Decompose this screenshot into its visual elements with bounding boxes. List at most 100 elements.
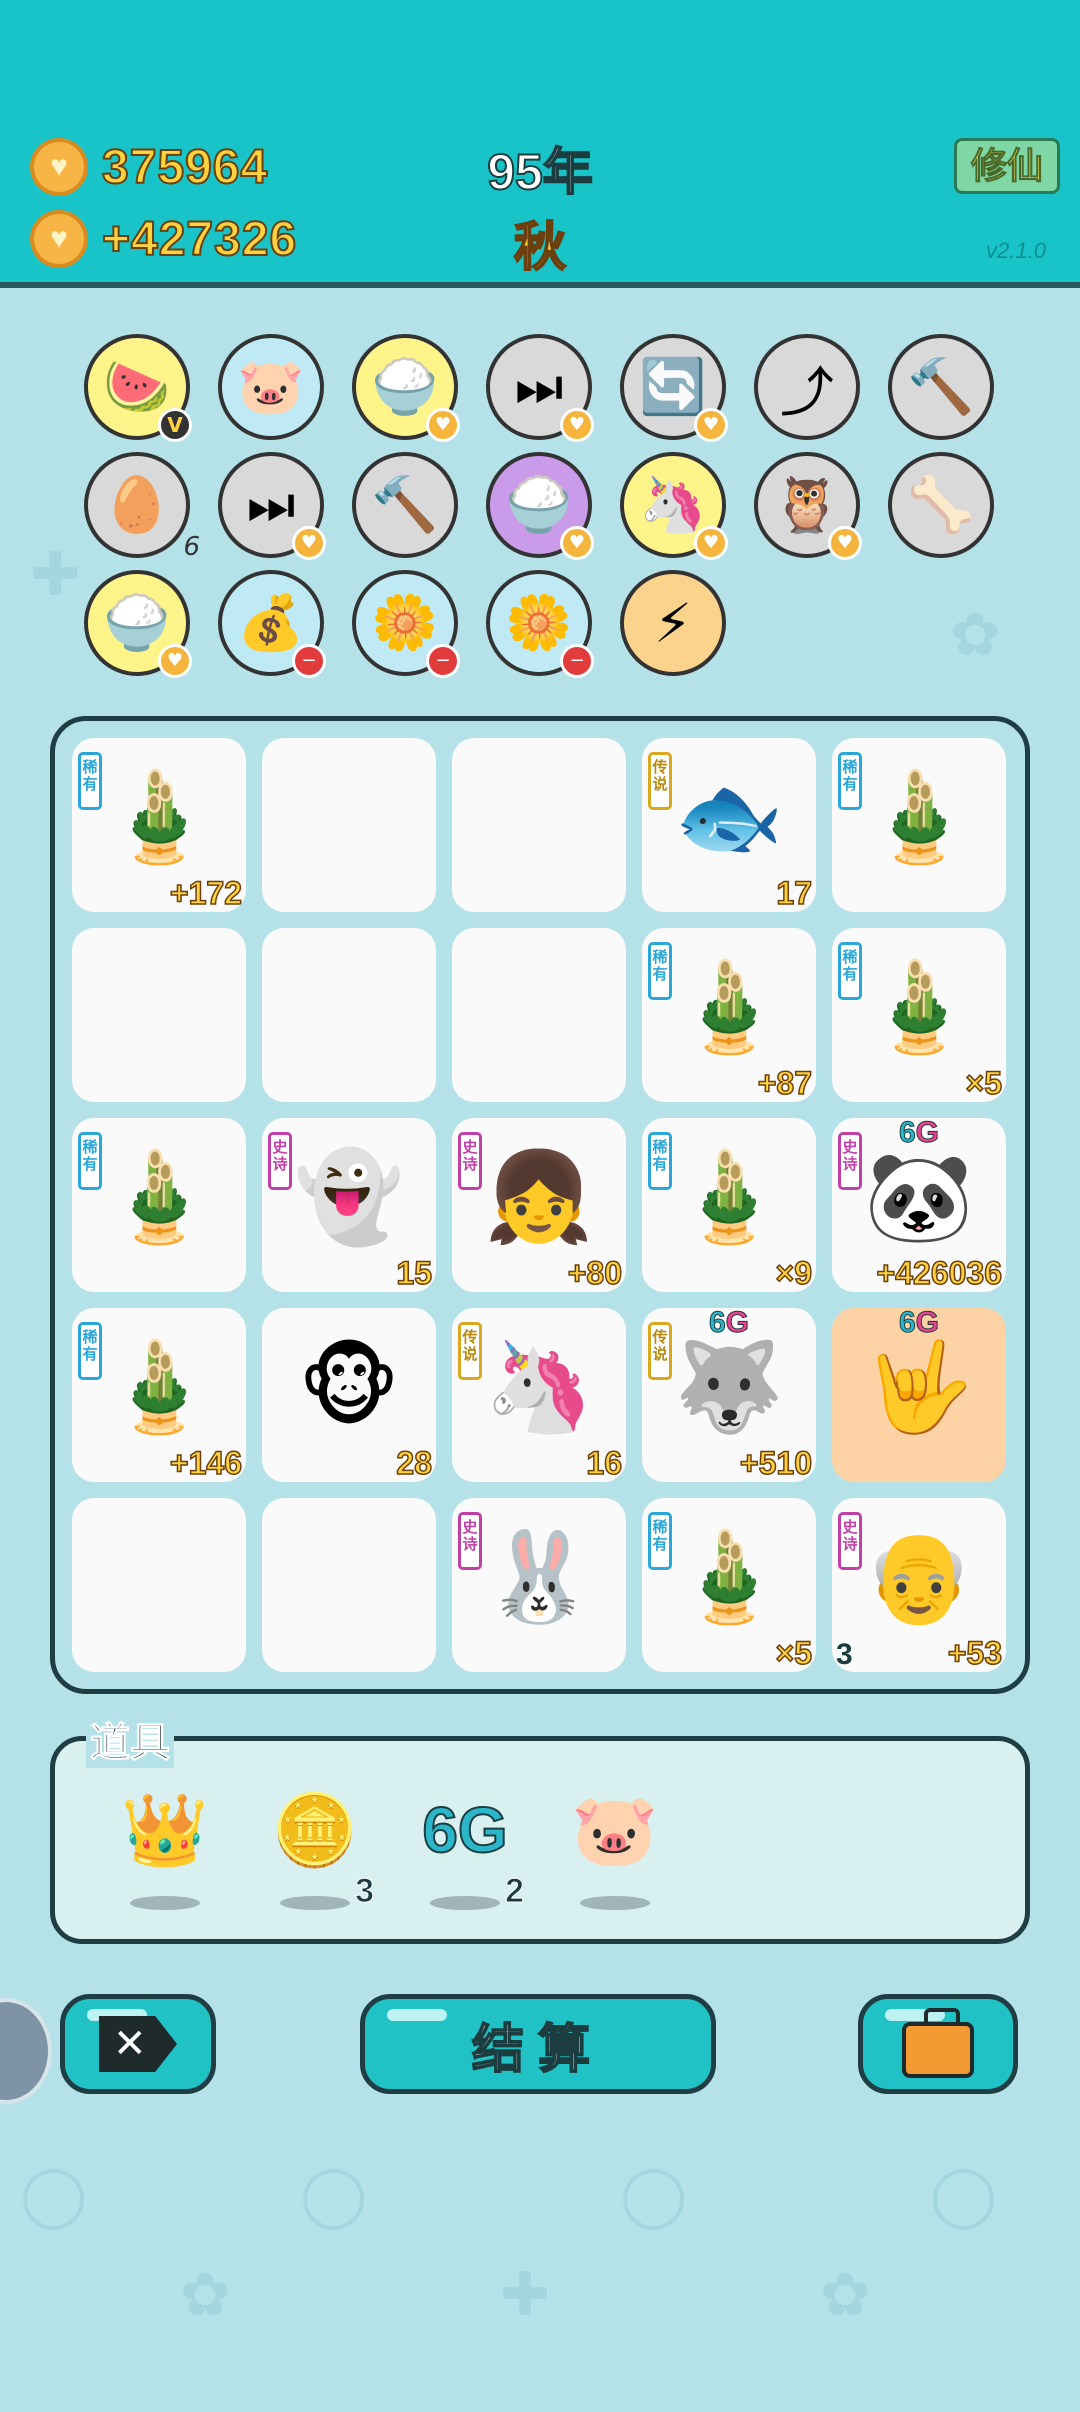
settle-button[interactable]: 结算 — [360, 1994, 716, 2094]
item-shadow — [430, 1896, 500, 1910]
empty-board-cell[interactable] — [452, 928, 626, 1102]
skill-count: 6 — [183, 532, 200, 562]
version-label: v2.1.0 — [986, 238, 1046, 263]
koi-icon: 🐟 — [674, 765, 784, 868]
board-cell-ghost[interactable]: 史诗 👻 15 — [262, 1118, 436, 1292]
board-cell-bamboo[interactable]: 稀有 🎍 ×5 — [832, 928, 1006, 1102]
cell-value: +53 — [947, 1634, 1003, 1672]
bamboo-icon: 🎍 — [674, 1525, 784, 1628]
fruit-basket-icon[interactable]: 🍉 V — [84, 334, 192, 442]
heart-coin-icon: ♥ — [30, 210, 88, 268]
board-cell-hand-gesture[interactable]: 6G 🤟 — [832, 1308, 1006, 1482]
bamboo-icon: 🎍 — [104, 1145, 214, 1248]
bamboo-icon: 🎍 — [864, 765, 974, 868]
heart-badge-icon: ♥ — [426, 408, 460, 442]
empty-board-cell[interactable] — [452, 738, 626, 912]
lightning-icon-glyph: ⚡ — [654, 591, 692, 655]
empty-board-cell[interactable] — [72, 1498, 246, 1672]
empty-board-cell[interactable] — [262, 928, 436, 1102]
board-cell-girl[interactable]: 史诗 👧 +80 — [452, 1118, 626, 1292]
crown-icon[interactable]: 👑 — [100, 1780, 230, 1920]
money-bag-icon-glyph: 💰 — [237, 591, 305, 654]
board-cell-husky-king[interactable]: 传说 6G 🐺 +510 — [642, 1308, 816, 1482]
girl-icon: 👧 — [484, 1145, 594, 1248]
board-cell-panda[interactable]: 史诗 6G 🐼 +426036 — [832, 1118, 1006, 1292]
hammer-icon-glyph: 🔨 — [371, 473, 439, 536]
item-shadow — [580, 1896, 650, 1910]
refresh-icon[interactable]: 🔄 ♥ — [620, 334, 728, 442]
potted-flower-icon[interactable]: 🌼 − — [486, 570, 594, 678]
fruit-basket-icon-glyph: 🍉 — [103, 355, 171, 418]
bg-decoration: ◯ — [20, 2160, 88, 2230]
side-avatar[interactable] — [0, 1998, 52, 2104]
board-cell-unicorn[interactable]: 传说 🦄 16 — [452, 1308, 626, 1482]
potted-flower-icon[interactable]: 🌼 − — [352, 570, 460, 678]
bag-button[interactable] — [858, 1994, 1018, 2094]
board-cell-bamboo[interactable]: 稀有 🎍 +87 — [642, 928, 816, 1102]
coin-income: ♥ +427326 — [30, 210, 297, 268]
board-cell-bamboo[interactable]: 稀有 🎍 — [832, 738, 1006, 912]
hand-gesture-icon: 🤟 — [864, 1335, 974, 1438]
board-cell-bamboo[interactable]: 稀有 🎍 ×9 — [642, 1118, 816, 1292]
rice-bowl-icon[interactable]: 🍚 ♥ — [352, 334, 460, 442]
rabbit-house-icon: 🐰 — [484, 1525, 594, 1628]
cell-value: +510 — [739, 1444, 813, 1482]
hammer-icon[interactable]: 🔨 — [352, 452, 458, 558]
egg-tray-icon-glyph: 🥚 — [103, 473, 171, 536]
heart-badge-icon: ♥ — [694, 408, 728, 442]
lightning-icon[interactable]: ⚡ — [620, 570, 726, 676]
minus-badge-icon: − — [560, 644, 594, 678]
bg-decoration: ✚ — [500, 2260, 551, 2330]
board-cell-rabbit-house[interactable]: 史诗 🐰 — [452, 1498, 626, 1672]
upgrade-arrow-icon-glyph: ⤴ — [780, 360, 834, 424]
empty-board-cell[interactable] — [262, 738, 436, 912]
briefcase-icon — [902, 2008, 974, 2078]
panda-icon: 🐼 — [864, 1145, 974, 1248]
refresh-icon-glyph: 🔄 — [639, 355, 707, 418]
dollar-coin-icon-glyph: 🪙 — [271, 1789, 359, 1871]
board-cell-koi[interactable]: 传说 🐟 17 — [642, 738, 816, 912]
skip-icon[interactable]: ⏭ ♥ — [486, 334, 594, 442]
board-cell-monkey[interactable]: 🐵 28 — [262, 1308, 436, 1482]
upgrade-arrow-icon[interactable]: ⤴ — [754, 334, 860, 440]
hammer-icon[interactable]: 🔨 — [888, 334, 994, 440]
money-bag-icon[interactable]: 💰 − — [218, 570, 326, 678]
ghost-icon: 👻 — [294, 1145, 404, 1248]
six-g-icon[interactable]: 6G 2 — [400, 1780, 530, 1920]
empty-board-cell[interactable] — [262, 1498, 436, 1672]
xiuxian-button[interactable]: 修仙 — [954, 138, 1060, 194]
dollar-coin-icon[interactable]: 🪙 3 — [250, 1780, 380, 1920]
potted-flower-icon-glyph: 🌼 — [505, 591, 573, 654]
bg-decoration: ✚ — [30, 540, 81, 610]
board-cell-grandpa[interactable]: 史诗 👴 +53 3 — [832, 1498, 1006, 1672]
piggy-bank-icon[interactable]: 🐷 — [218, 334, 324, 440]
piggy-bank-icon[interactable]: 🐷 — [550, 1780, 680, 1920]
board-cell-bamboo[interactable]: 稀有 🎍 +146 — [72, 1308, 246, 1482]
crown-icon-glyph: 👑 — [121, 1789, 209, 1871]
unicorn-icon-glyph: 🦄 — [639, 473, 707, 536]
heart-badge-icon: ♥ — [292, 526, 326, 560]
owl-icon[interactable]: 🦉 ♥ — [754, 452, 862, 560]
rice-bowl-icon[interactable]: 🍚 ♥ — [486, 452, 594, 560]
income-count: +427326 — [101, 212, 298, 267]
cell-counter: 3 — [836, 1638, 853, 1671]
board-cell-bamboo[interactable]: 稀有 🎍 ×5 — [642, 1498, 816, 1672]
cell-value: +426036 — [876, 1254, 1003, 1292]
unicorn-icon[interactable]: 🦄 ♥ — [620, 452, 728, 560]
pet-food-icon[interactable]: 🦴 — [888, 452, 994, 558]
rice-bowl-icon[interactable]: 🍚 ♥ — [84, 570, 192, 678]
skip-icon[interactable]: ⏭ ♥ — [218, 452, 326, 560]
minus-badge-icon: − — [292, 644, 326, 678]
owl-icon-glyph: 🦉 — [773, 473, 841, 536]
cell-value: 28 — [396, 1444, 433, 1482]
board-cell-bamboo[interactable]: 稀有 🎍 +172 — [72, 738, 246, 912]
empty-board-cell[interactable] — [72, 928, 246, 1102]
rice-bowl-icon-glyph: 🍚 — [371, 355, 439, 418]
heart-badge-icon: ♥ — [158, 644, 192, 678]
top-bar: ♥ 375964 ♥ +427326 95年 秋 修仙 v2.1.0 — [0, 0, 1080, 288]
bamboo-icon: 🎍 — [674, 1145, 784, 1248]
item-count: 3 — [355, 1872, 375, 1911]
board-cell-bamboo[interactable]: 稀有 🎍 — [72, 1118, 246, 1292]
egg-tray-icon[interactable]: 🥚 6 — [84, 452, 200, 562]
close-button[interactable]: ✕ — [60, 1994, 216, 2094]
